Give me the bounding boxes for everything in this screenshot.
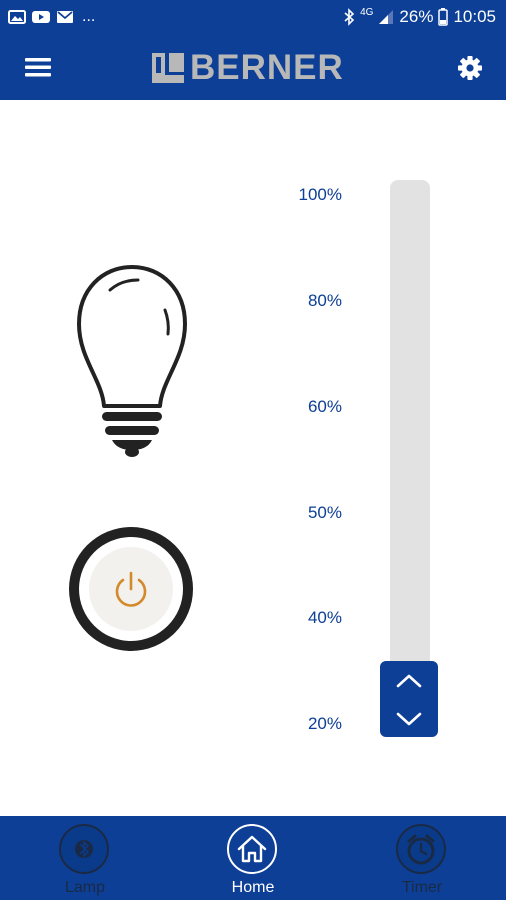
app-bar: BERNER bbox=[0, 34, 506, 100]
image-icon bbox=[8, 10, 26, 24]
nav-home-circle bbox=[227, 824, 277, 874]
scale-label-50: 50% bbox=[307, 503, 342, 522]
alarm-clock-icon bbox=[407, 834, 435, 865]
chevron-down-icon[interactable] bbox=[393, 709, 425, 729]
network-type: 4G bbox=[360, 6, 374, 18]
status-bar: ... 4G 26% 10:05 bbox=[0, 0, 506, 34]
nav-item-timer[interactable]: Timer bbox=[362, 816, 482, 900]
power-button[interactable] bbox=[68, 526, 194, 652]
nav-label-timer: Timer bbox=[401, 879, 443, 896]
battery-icon bbox=[438, 8, 449, 26]
scale-label-60: 60% bbox=[307, 397, 342, 416]
youtube-icon bbox=[32, 11, 50, 23]
scale-label-100: 100% bbox=[298, 185, 342, 204]
clock: 10:05 bbox=[453, 7, 496, 26]
notification-icons: ... bbox=[8, 8, 95, 26]
scale-label-80: 80% bbox=[307, 291, 342, 310]
nav-item-lamp[interactable]: Lamp bbox=[25, 816, 145, 900]
chevron-up-icon[interactable] bbox=[393, 671, 425, 691]
bluetooth-icon bbox=[344, 8, 355, 26]
berner-logo-mark bbox=[152, 53, 184, 83]
notification-overflow: ... bbox=[82, 8, 96, 25]
nav-timer-circle bbox=[396, 824, 446, 874]
signal-icon bbox=[379, 10, 394, 24]
battery-percent: 26% bbox=[399, 7, 434, 26]
nav-item-home[interactable]: Home bbox=[193, 816, 313, 900]
brightness-slider-handle[interactable] bbox=[380, 661, 438, 737]
nav-label-lamp: Lamp bbox=[64, 879, 106, 896]
bottom-navigation: Lamp Home Timer bbox=[0, 816, 506, 900]
mail-icon bbox=[57, 11, 73, 23]
brand-name: BERNER bbox=[190, 48, 344, 87]
bluetooth-icon bbox=[75, 840, 93, 858]
home-icon bbox=[237, 835, 267, 863]
nav-label-home: Home bbox=[231, 879, 275, 896]
scale-label-40: 40% bbox=[307, 608, 342, 627]
light-bulb-icon bbox=[77, 265, 187, 457]
system-icons: 4G 26% 10:05 bbox=[343, 6, 496, 28]
hamburger-menu-icon[interactable] bbox=[24, 53, 52, 81]
brightness-slider-track[interactable] bbox=[390, 180, 430, 680]
nav-lamp-circle bbox=[59, 824, 109, 874]
gear-icon[interactable] bbox=[456, 54, 484, 82]
berner-logo: BERNER bbox=[152, 48, 344, 87]
scale-label-20: 20% bbox=[307, 714, 342, 733]
